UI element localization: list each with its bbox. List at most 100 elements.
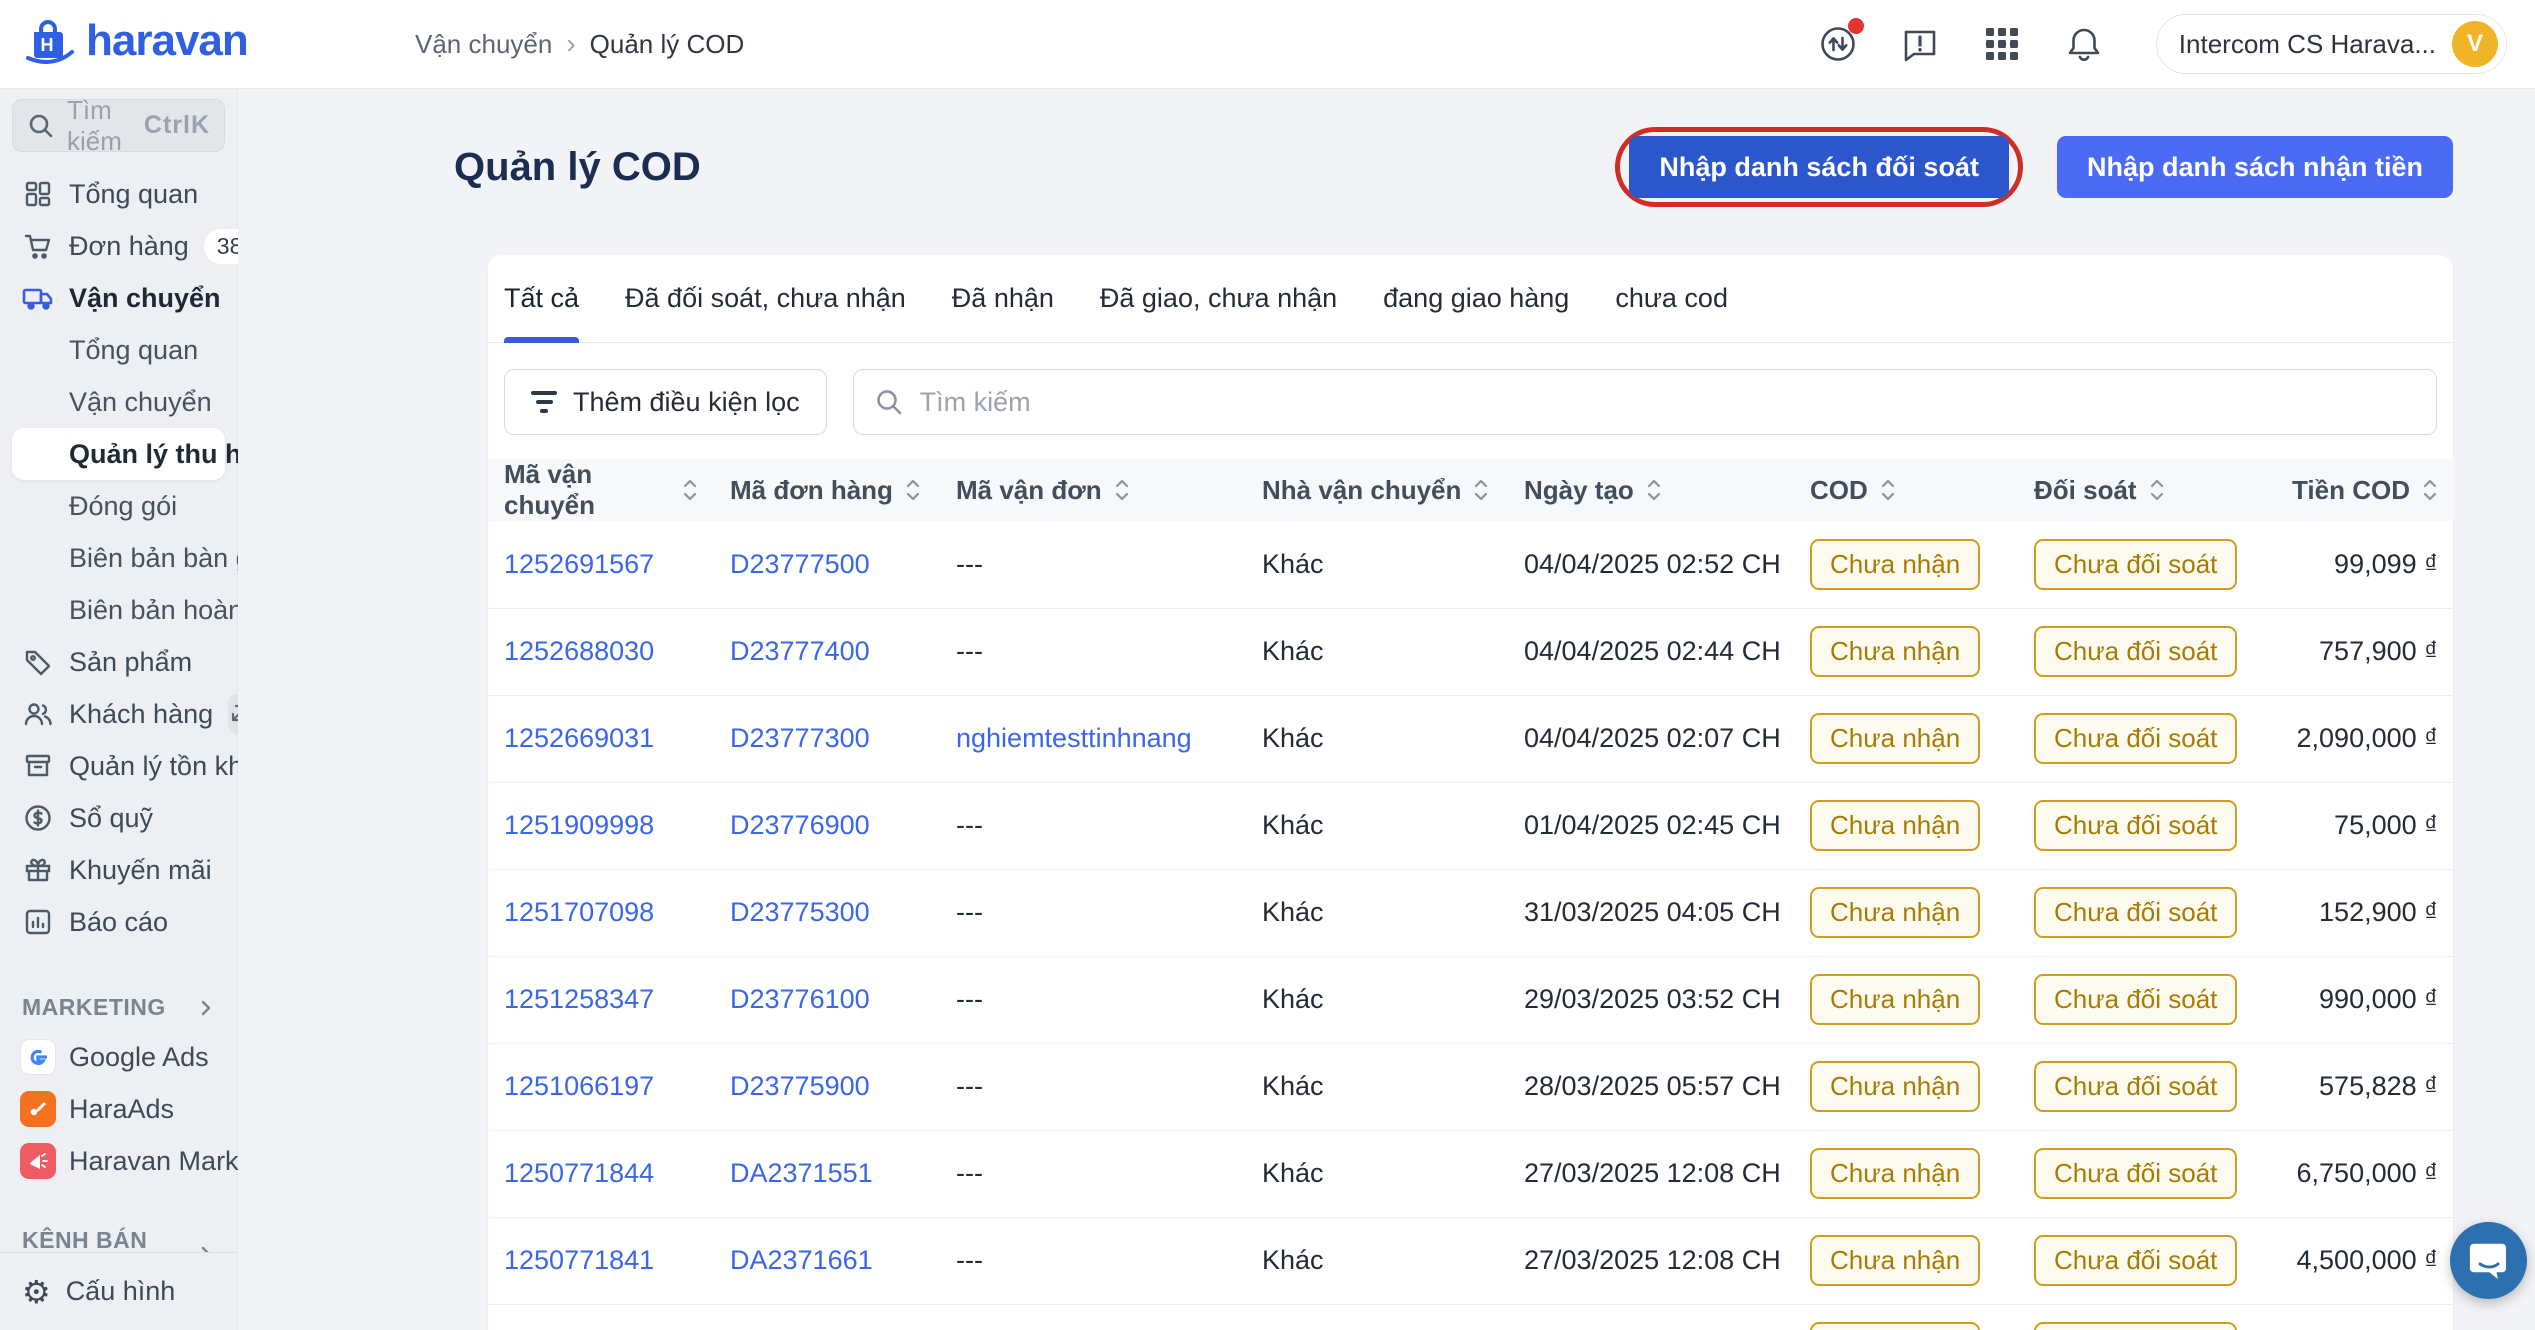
tab-chua-cod[interactable]: chưa cod	[1615, 255, 1728, 342]
tracking-code: ---	[956, 1158, 983, 1188]
reconcile-status-badge: Chưa đối soát	[2034, 626, 2237, 677]
shipment-id-link[interactable]: 1251707098	[504, 897, 654, 927]
sidebar-item-haraads[interactable]: HaraAds	[12, 1083, 225, 1135]
sidebar-subitem-bien-ban-hoan-hang[interactable]: Biên bản hoàn hàng	[12, 584, 225, 636]
table-row[interactable]: 1250771842 DA2371671 --- Khác 27/03/2025…	[488, 1304, 2454, 1330]
import-receive-money-list-button[interactable]: Nhập danh sách nhận tiền	[2057, 136, 2453, 198]
tab-da-giao-chua-nhan[interactable]: Đã giao, chưa nhận	[1100, 255, 1337, 342]
cod-status-badge: Chưa nhận	[1810, 1322, 1980, 1330]
sync-updates-button[interactable]	[1816, 22, 1860, 66]
sidebar-item-tong-quan[interactable]: Tổng quan	[12, 168, 225, 220]
shipment-id-link[interactable]: 1252669031	[504, 723, 654, 753]
shipment-id-link[interactable]: 1251258347	[504, 984, 654, 1014]
sidebar-item-label: Khuyến mãi	[69, 855, 212, 886]
intercom-chat-launcher[interactable]	[2450, 1222, 2527, 1299]
shipment-id-link[interactable]: 1251066197	[504, 1071, 654, 1101]
order-id-link[interactable]: DA2371661	[730, 1245, 873, 1275]
sidebar-item-label: Vận chuyển	[69, 387, 212, 418]
order-id-link[interactable]: D23776900	[730, 810, 870, 840]
sidebar-item-label: Vận chuyển	[69, 283, 221, 314]
carrier-name: Khác	[1262, 549, 1324, 579]
apps-grid-button[interactable]	[1980, 22, 2024, 66]
col-doi-soat[interactable]: Đối soát	[2018, 459, 2238, 521]
sort-icon	[1473, 477, 1489, 503]
sidebar-item-so-quy[interactable]: Sổ quỹ	[12, 792, 225, 844]
order-id-link[interactable]: D23777500	[730, 549, 870, 579]
shipment-id-link[interactable]: 1251909998	[504, 810, 654, 840]
cod-status-badge: Chưa nhận	[1810, 539, 1980, 590]
shipment-id-link[interactable]: 1252688030	[504, 636, 654, 666]
reconcile-status-badge: Chưa đối soát	[2034, 1148, 2237, 1199]
shipment-id-link[interactable]: 1252691567	[504, 549, 654, 579]
gift-icon	[22, 855, 54, 885]
col-ma-don-hang[interactable]: Mã đơn hàng	[714, 459, 940, 521]
account-menu[interactable]: Intercom CS Harava... V	[2156, 14, 2507, 74]
haravan-logo[interactable]: H haravan	[24, 18, 239, 70]
sidebar-subitem-bien-ban-ban-giao[interactable]: Biên bản bàn giao	[12, 532, 225, 584]
tab-da-doi-soat-chua-nhan[interactable]: Đã đối soát, chưa nhận	[625, 255, 906, 342]
table-search-input[interactable]: Tìm kiếm	[853, 369, 2437, 435]
sidebar-subitem-van-chuyen[interactable]: Vận chuyển	[12, 376, 225, 428]
table-row[interactable]: 1251707098 D23775300 --- Khác 31/03/2025…	[488, 869, 2454, 956]
col-ma-van-chuyen[interactable]: Mã vận chuyển	[488, 459, 714, 521]
sidebar-item-khach-hang[interactable]: Khách hàng	[12, 688, 225, 740]
sidebar-subitem-tong-quan[interactable]: Tổng quan	[12, 324, 225, 376]
sidebar-search-input[interactable]: Tìm kiếm CtrlK	[12, 99, 225, 152]
col-cod[interactable]: COD	[1794, 459, 2018, 521]
cod-status-badge: Chưa nhận	[1810, 1061, 1980, 1112]
sidebar-item-bao-cao[interactable]: Báo cáo	[12, 896, 225, 948]
cod-status-badge: Chưa nhận	[1810, 713, 1980, 764]
report-chart-icon	[22, 907, 54, 937]
sort-icon	[2422, 477, 2438, 503]
order-id-link[interactable]: D23775900	[730, 1071, 870, 1101]
col-ngay-tao[interactable]: Ngày tạo	[1508, 459, 1794, 521]
notifications-button[interactable]	[2062, 22, 2106, 66]
feedback-button[interactable]	[1898, 22, 1942, 66]
col-tien-cod[interactable]: Tiền COD	[2238, 459, 2454, 521]
table-row[interactable]: 1250771844 DA2371551 --- Khác 27/03/2025…	[488, 1130, 2454, 1217]
add-filter-button[interactable]: Thêm điều kiện lọc	[504, 369, 827, 435]
shipment-id-link[interactable]: 1250771841	[504, 1245, 654, 1275]
logo-wordmark: haravan	[86, 19, 248, 69]
breadcrumb-parent[interactable]: Vận chuyển	[415, 29, 552, 60]
sidebar-item-quan-ly-ton-kho[interactable]: Quản lý tồn kho	[12, 740, 225, 792]
sidebar-item-san-pham[interactable]: Sản phẩm	[12, 636, 225, 688]
col-ma-van-don[interactable]: Mã vận đơn	[940, 459, 1246, 521]
sidebar-section-marketing[interactable]: MARKETING	[22, 994, 215, 1021]
sidebar-item-haravan-marketing[interactable]: Haravan Marketing	[12, 1135, 225, 1187]
table-row[interactable]: 1252669031 D23777300 nghiemtesttinhnang …	[488, 695, 2454, 782]
table-row[interactable]: 1251066197 D23775900 --- Khác 28/03/2025…	[488, 1043, 2454, 1130]
sort-icon	[2149, 477, 2165, 503]
col-nha-van-chuyen[interactable]: Nhà vận chuyển	[1246, 459, 1508, 521]
carrier-name: Khác	[1262, 897, 1324, 927]
order-id-link[interactable]: D23776100	[730, 984, 870, 1014]
cod-status-badge: Chưa nhận	[1810, 974, 1980, 1025]
import-reconcile-list-button[interactable]: Nhập danh sách đối soát	[1629, 136, 2009, 198]
tab-da-nhan[interactable]: Đã nhận	[952, 255, 1054, 342]
table-row[interactable]: 1252691567 D23777500 --- Khác 04/04/2025…	[488, 521, 2454, 608]
table-row[interactable]: 1250771841 DA2371661 --- Khác 27/03/2025…	[488, 1217, 2454, 1304]
order-id-link[interactable]: DA2371551	[730, 1158, 873, 1188]
order-id-link[interactable]: D23777400	[730, 636, 870, 666]
table-row[interactable]: 1251258347 D23776100 --- Khác 29/03/2025…	[488, 956, 2454, 1043]
cash-circle-icon	[22, 803, 54, 833]
table-row[interactable]: 1252688030 D23777400 --- Khác 04/04/2025…	[488, 608, 2454, 695]
sort-icon	[905, 477, 921, 503]
tab-dang-giao-hang[interactable]: đang giao hàng	[1383, 255, 1569, 342]
sidebar-subitem-quan-ly-thu-ho[interactable]: Quản lý thu hộ	[12, 428, 225, 480]
filter-row: Thêm điều kiện lọc Tìm kiếm	[488, 343, 2453, 459]
sidebar-item-cau-hinh[interactable]: ⚙ Cấu hình	[0, 1252, 237, 1330]
search-icon	[874, 387, 904, 417]
sidebar-subitem-dong-goi[interactable]: Đóng gói	[12, 480, 225, 532]
sidebar-item-khuyen-mai[interactable]: Khuyến mãi	[12, 844, 225, 896]
order-id-link[interactable]: D23775300	[730, 897, 870, 927]
order-id-link[interactable]: D23777300	[730, 723, 870, 753]
tab-tat-ca[interactable]: Tất cả	[504, 255, 579, 342]
table-row[interactable]: 1251909998 D23776900 --- Khác 01/04/2025…	[488, 782, 2454, 869]
sidebar-item-google-ads[interactable]: Google Ads	[12, 1031, 225, 1083]
carrier-name: Khác	[1262, 984, 1324, 1014]
sidebar-item-don-hang[interactable]: Đơn hàng 3809	[12, 220, 225, 272]
cod-status-badge: Chưa nhận	[1810, 1148, 1980, 1199]
shipment-id-link[interactable]: 1250771844	[504, 1158, 654, 1188]
sidebar-item-van-chuyen[interactable]: Vận chuyển	[12, 272, 225, 324]
